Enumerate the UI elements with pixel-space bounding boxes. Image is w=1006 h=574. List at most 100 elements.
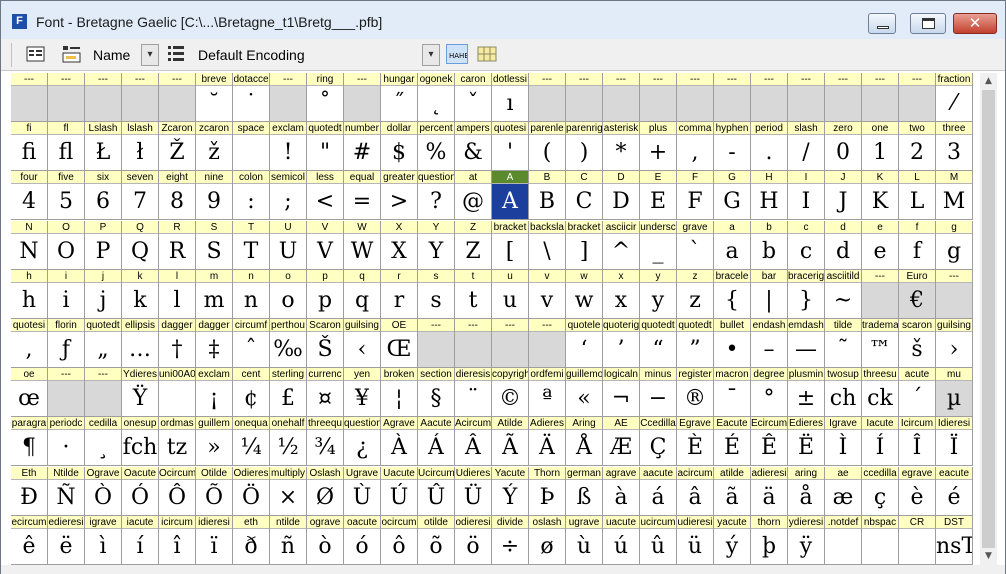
glyph-cell[interactable]: quotedt " — [307, 122, 344, 171]
glyph-cell[interactable]: --- — [862, 73, 899, 122]
glyph-cell[interactable]: bar | — [751, 270, 788, 319]
glyph-cell[interactable]: pp — [307, 270, 344, 319]
glyph-cell[interactable]: QQ — [122, 221, 159, 270]
glyph-cell[interactable]: CR — [899, 516, 936, 565]
glyph-cell[interactable]: --- — [899, 73, 936, 122]
glyph-cell[interactable]: oacute ó — [344, 516, 381, 565]
glyph-cell[interactable]: greater > — [381, 171, 418, 220]
glyph-cell[interactable]: Euro € — [899, 270, 936, 319]
glyph-cell[interactable]: logicaln ¬ — [603, 368, 640, 417]
glyph-cell[interactable]: agrave à — [603, 467, 640, 516]
glyph-cell[interactable]: exclam ¡ — [196, 368, 233, 417]
grid-view-icon[interactable] — [476, 44, 498, 64]
glyph-cell[interactable]: dagger † — [159, 319, 196, 368]
glyph-cell[interactable]: Atilde Ã — [492, 417, 529, 466]
glyph-cell[interactable]: quotedt ” — [677, 319, 714, 368]
glyph-cell[interactable]: thorn þ — [751, 516, 788, 565]
glyph-cell[interactable]: german ß — [566, 467, 603, 516]
glyph-cell[interactable]: five 5 — [48, 171, 85, 220]
glyph-cell[interactable]: VV — [307, 221, 344, 270]
glyph-cell[interactable]: ae æ — [825, 467, 862, 516]
glyph-cell[interactable]: JJ — [825, 171, 862, 220]
glyph-cell[interactable]: ccedilla ç — [862, 467, 899, 516]
glyph-cell[interactable]: --- — [122, 73, 159, 122]
glyph-cell[interactable]: Oacute Ó — [122, 467, 159, 516]
glyph-cell[interactable]: --- — [677, 73, 714, 122]
glyph-cell[interactable]: copyrigh © — [492, 368, 529, 417]
glyph-cell[interactable]: Odieres Ö — [233, 467, 270, 516]
glyph-cell[interactable]: onequa ¼ — [233, 417, 270, 466]
glyph-cell[interactable]: period. — [751, 122, 788, 171]
glyph-cell[interactable]: emdash — — [788, 319, 825, 368]
glyph-cell[interactable]: space — [233, 122, 270, 171]
glyph-cell[interactable]: dotacce ˙ — [233, 73, 270, 122]
glyph-cell[interactable]: oo — [270, 270, 307, 319]
glyph-cell[interactable]: ZZ — [455, 221, 492, 270]
glyph-cell[interactable]: plusmin ± — [788, 368, 825, 417]
glyph-cell[interactable]: fl ﬂ — [48, 122, 85, 171]
glyph-cell[interactable]: fi ﬁ — [11, 122, 48, 171]
glyph-cell[interactable]: question? — [418, 171, 455, 220]
glyph-cell[interactable]: --- — [159, 73, 196, 122]
vertical-scrollbar[interactable]: ▲ ▼ — [980, 73, 997, 565]
glyph-cell[interactable]: yy — [640, 270, 677, 319]
glyph-cell[interactable]: comma, — [677, 122, 714, 171]
glyph-cell[interactable]: --- — [788, 73, 825, 122]
glyph-cell[interactable]: threequ ¾ — [307, 417, 344, 466]
glyph-cell[interactable]: --- — [344, 73, 381, 122]
glyph-cell[interactable]: AA — [492, 171, 529, 220]
glyph-cell[interactable]: quotedt “ — [640, 319, 677, 368]
glyph-cell[interactable]: OE Œ — [381, 319, 418, 368]
glyph-cell[interactable]: colon: — [233, 171, 270, 220]
glyph-cell[interactable]: nine 9 — [196, 171, 233, 220]
glyph-cell[interactable]: --- — [936, 270, 973, 319]
glyph-cell[interactable]: OO — [48, 221, 85, 270]
glyph-cell[interactable]: SS — [196, 221, 233, 270]
glyph-cell[interactable]: eth ð — [233, 516, 270, 565]
glyph-cell[interactable]: --- — [455, 319, 492, 368]
glyph-cell[interactable]: Ecircum Ê — [751, 417, 788, 466]
glyph-cell[interactable]: equal = — [344, 171, 381, 220]
glyph-cell[interactable]: three 3 — [936, 122, 973, 171]
glyph-cell[interactable]: Agrave À — [381, 417, 418, 466]
glyph-cell[interactable]: oslash ø — [529, 516, 566, 565]
glyph-cell[interactable]: guillem » — [196, 417, 233, 466]
glyph-cell[interactable]: NN — [11, 221, 48, 270]
glyph-cell[interactable]: periodc · — [48, 417, 85, 466]
glyph-cell[interactable]: undersc _ — [640, 221, 677, 270]
glyph-cell[interactable]: aa — [714, 221, 751, 270]
glyph-cell[interactable]: Iacute Í — [862, 417, 899, 466]
glyph-cell[interactable]: Igrave Ì — [825, 417, 862, 466]
glyph-cell[interactable]: broken ¦ — [381, 368, 418, 417]
glyph-cell[interactable]: iacute í — [122, 516, 159, 565]
glyph-cell[interactable]: cc — [788, 221, 825, 270]
scrollbar-thumb[interactable] — [982, 90, 995, 548]
glyph-cell[interactable]: xx — [603, 270, 640, 319]
glyph-cell[interactable]: circumf ˆ — [233, 319, 270, 368]
glyph-cell[interactable]: udieresi ü — [677, 516, 714, 565]
glyph-cell[interactable]: Ydieres Ÿ — [122, 368, 159, 417]
hinting-toggle-icon[interactable]: HAHE — [446, 44, 468, 64]
glyph-cell[interactable]: acircum â — [677, 467, 714, 516]
glyph-cell[interactable]: AE Æ — [603, 417, 640, 466]
glyph-cell[interactable]: ee — [862, 221, 899, 270]
glyph-cell[interactable]: Adieres Ä — [529, 417, 566, 466]
minimize-button[interactable] — [868, 13, 896, 34]
glyph-cell[interactable]: number # — [344, 122, 381, 171]
glyph-cell[interactable]: oe œ — [11, 368, 48, 417]
glyph-cell[interactable]: twosup ch — [825, 368, 862, 417]
encoding-dropdown-button[interactable]: ▾ — [422, 44, 440, 66]
glyph-cell[interactable]: edieresi ë — [48, 516, 85, 565]
glyph-cell[interactable]: bracket [ — [492, 221, 529, 270]
glyph-cell[interactable]: scaron š — [899, 319, 936, 368]
properties-icon[interactable] — [25, 44, 47, 64]
glyph-cell[interactable]: Ucircum Û — [418, 467, 455, 516]
glyph-cell[interactable]: bb — [751, 221, 788, 270]
glyph-cell[interactable]: dollar $ — [381, 122, 418, 171]
glyph-cell[interactable]: paragra ¶ — [11, 417, 48, 466]
glyph-cell[interactable]: florin ƒ — [48, 319, 85, 368]
glyph-cell[interactable]: --- — [11, 73, 48, 122]
glyph-cell[interactable]: Eacute É — [714, 417, 751, 466]
glyph-cell[interactable]: parenle ( — [529, 122, 566, 171]
glyph-cell[interactable]: ucircum û — [640, 516, 677, 565]
